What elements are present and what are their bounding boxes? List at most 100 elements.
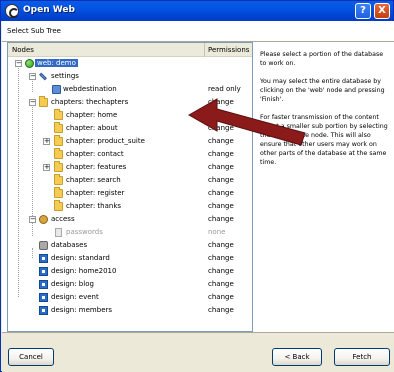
- node-label: design: event: [51, 293, 99, 301]
- node-permission: change: [208, 111, 234, 119]
- node-label: chapter: register: [66, 189, 125, 197]
- tree-node-design-standard[interactable]: design: standard change: [8, 252, 252, 265]
- node-label: chapter: product_suite: [66, 137, 145, 145]
- header-band: Select Sub Tree: [2, 21, 394, 42]
- tree-node-design-event[interactable]: design: event change: [8, 291, 252, 304]
- node-label: design: standard: [51, 254, 110, 262]
- instruction-paragraph: Please select a portion of the database …: [260, 51, 384, 67]
- collapse-icon[interactable]: −: [15, 60, 22, 67]
- node-label: passwords: [66, 228, 103, 236]
- node-permission: change: [208, 267, 234, 275]
- folder-icon: [54, 122, 63, 133]
- tree-node-access[interactable]: − access change: [8, 213, 252, 226]
- folder-icon: [54, 200, 63, 211]
- tree-node-chapter-search[interactable]: chapter: search change: [8, 174, 252, 187]
- instruction-paragraph: You may select the entire database by cl…: [260, 78, 385, 103]
- node-label: access: [51, 215, 75, 223]
- node-permission: change: [208, 280, 234, 288]
- node-permission: change: [208, 306, 234, 314]
- instruction-paragraph: For faster transmission of the content s…: [260, 114, 388, 166]
- tree-node-design-members[interactable]: design: members change: [8, 304, 252, 317]
- node-permission: change: [208, 98, 234, 106]
- node-label: databases: [51, 241, 88, 249]
- design-icon: [39, 306, 48, 315]
- folder-icon: [54, 187, 63, 198]
- close-button[interactable]: X: [374, 3, 390, 19]
- tree-node-design-blog[interactable]: design: blog change: [8, 278, 252, 291]
- close-icon: X: [378, 5, 386, 16]
- design-icon: [39, 254, 48, 263]
- window-title: Open Web: [23, 5, 75, 15]
- keys-icon: [39, 215, 48, 224]
- app-icon: [5, 4, 19, 18]
- open-web-dialog: Open Web ? X Select Sub Tree Nodes Permi…: [0, 0, 394, 372]
- tree-node-chapter-thanks[interactable]: chapter: thanks change: [8, 200, 252, 213]
- column-permissions[interactable]: Permissions: [208, 46, 249, 54]
- node-permission: change: [208, 202, 234, 210]
- tree-node-chapter-about[interactable]: chapter: about change: [8, 122, 252, 135]
- folder-icon: [54, 161, 63, 172]
- node-permission: none: [208, 228, 226, 236]
- tree-node-chapter-contact[interactable]: chapter: contact change: [8, 148, 252, 161]
- tree-node-chapter-features[interactable]: + chapter: features change: [8, 161, 252, 174]
- collapse-icon[interactable]: −: [29, 99, 36, 106]
- tree-view[interactable]: Nodes Permissions − web: demo − settings: [7, 42, 253, 332]
- node-permission: change: [208, 189, 234, 197]
- title-bar[interactable]: Open Web ? X: [1, 1, 393, 21]
- folder-icon: [54, 109, 63, 120]
- node-label: design: home2010: [51, 267, 117, 275]
- node-label: settings: [51, 72, 79, 80]
- node-permission: change: [208, 215, 234, 223]
- node-permission: change: [208, 293, 234, 301]
- collapse-icon[interactable]: −: [29, 73, 36, 80]
- node-permission: read only: [208, 85, 241, 93]
- design-icon: [39, 267, 48, 276]
- tree-node-chapters[interactable]: − chapters: thechapters change: [8, 96, 252, 109]
- wrench-icon: [39, 72, 47, 81]
- tree-node-chapter-home[interactable]: chapter: home change: [8, 109, 252, 122]
- expand-icon[interactable]: +: [43, 164, 50, 171]
- collapse-icon[interactable]: −: [29, 216, 36, 223]
- folder-icon: [54, 135, 63, 146]
- expand-icon[interactable]: +: [43, 138, 50, 145]
- folder-icon: [39, 96, 48, 107]
- content-area: Nodes Permissions − web: demo − settings: [2, 42, 394, 332]
- node-label: chapter: features: [66, 163, 127, 171]
- tree-node-passwords[interactable]: passwords none: [8, 226, 252, 239]
- node-label: chapter: home: [66, 111, 118, 119]
- back-button[interactable]: < Back: [272, 348, 322, 366]
- column-nodes[interactable]: Nodes: [12, 46, 34, 54]
- node-label: design: blog: [51, 280, 94, 288]
- instructions-panel: Please select a portion of the database …: [260, 50, 390, 176]
- tree-node-webdestination[interactable]: webdestination read only: [8, 83, 252, 96]
- destination-icon: [52, 85, 61, 94]
- node-permission: change: [208, 176, 234, 184]
- page-icon: [55, 228, 62, 237]
- node-label: chapter: search: [66, 176, 121, 184]
- tree-node-settings[interactable]: − settings: [8, 70, 252, 83]
- node-permission: change: [208, 150, 234, 158]
- tree-column-header: Nodes Permissions: [8, 43, 252, 57]
- help-button[interactable]: ?: [355, 3, 371, 19]
- button-bar: Cancel < Back Fetch: [2, 332, 394, 372]
- cancel-button[interactable]: Cancel: [8, 348, 54, 366]
- fetch-button[interactable]: Fetch: [334, 348, 390, 366]
- node-label: webdestination: [63, 85, 117, 93]
- column-separator[interactable]: [204, 43, 205, 57]
- node-label: chapter: thanks: [66, 202, 122, 210]
- node-label: chapter: contact: [66, 150, 124, 158]
- tree-node-chapter-register[interactable]: chapter: register change: [8, 187, 252, 200]
- tree-node-databases[interactable]: databases change: [8, 239, 252, 252]
- node-label: web: demo: [35, 59, 78, 67]
- tree-node-web-demo[interactable]: − web: demo: [8, 57, 252, 70]
- node-permission: change: [208, 241, 234, 249]
- node-label: design: members: [51, 306, 113, 314]
- tree-node-chapter-product-suite[interactable]: + chapter: product_suite change: [8, 135, 252, 148]
- design-icon: [39, 293, 48, 302]
- tree-node-design-home2010[interactable]: design: home2010 change: [8, 265, 252, 278]
- node-label: chapter: about: [66, 124, 118, 132]
- database-icon: [39, 241, 48, 250]
- node-permission: change: [208, 163, 234, 171]
- node-permission: change: [208, 137, 234, 145]
- globe-icon: [25, 59, 34, 68]
